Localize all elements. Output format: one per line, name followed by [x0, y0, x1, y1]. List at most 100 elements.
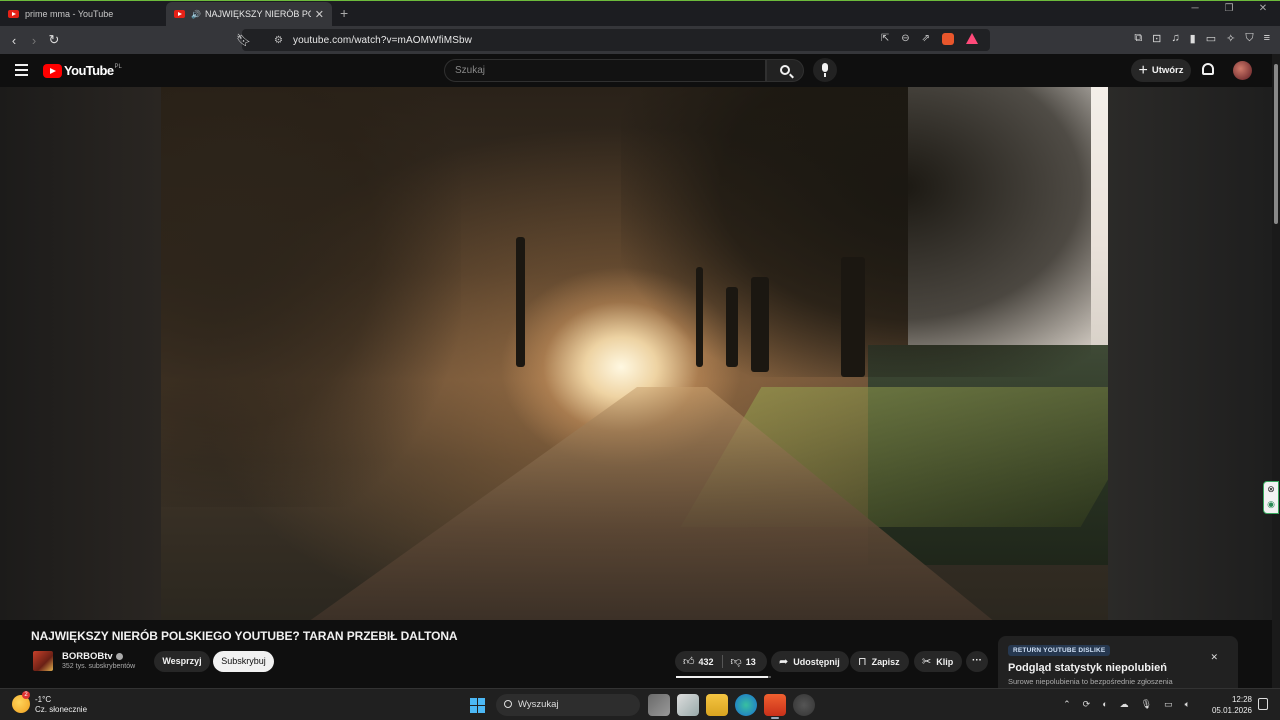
store-icon[interactable]: [677, 694, 699, 716]
browser-menu-icon[interactable]: ≡: [1264, 32, 1270, 45]
search-icon: [780, 65, 790, 75]
save-label: Zapisz: [871, 656, 900, 667]
url-text[interactable]: youtube.com/watch?v=mAOMWfiMSbw: [293, 35, 472, 46]
tab-close-icon[interactable]: ✕: [315, 8, 324, 21]
scrollbar-thumb[interactable]: [1274, 64, 1278, 224]
forward-button[interactable]: ›: [24, 33, 44, 48]
sidebar-icon[interactable]: ▮: [1190, 32, 1196, 45]
tab-current-video[interactable]: 🔊 NAJWIĘKSZY NIERÓB POLSKIEGO YOUTUBE? T…: [166, 2, 332, 26]
page-scrollbar[interactable]: [1272, 54, 1280, 688]
system-tray: ⌃ ⟳ ◐ ☁︎ 🎙︎ ▭ 🔈︎: [1063, 699, 1190, 710]
share-button[interactable]: ➦ Udostępnij: [771, 651, 849, 672]
ryd-close-icon[interactable]: ✕: [1210, 652, 1218, 663]
search-input[interactable]: Szukaj: [444, 59, 766, 82]
brave-rewards-icon[interactable]: [966, 33, 978, 44]
sync-icon[interactable]: ⟳: [1083, 699, 1091, 710]
reload-button[interactable]: ↻: [44, 32, 64, 48]
weather-badge: 2: [22, 691, 30, 699]
like-ratio-bar: [676, 676, 771, 678]
clock[interactable]: 12:28 05.01.2026: [1208, 694, 1252, 716]
verified-icon: [115, 653, 123, 660]
notifications-icon[interactable]: [1258, 698, 1268, 710]
tray-app-icon[interactable]: ◐: [1102, 699, 1107, 710]
open-in-app-icon[interactable]: ⇱: [881, 33, 889, 45]
taskbar-search[interactable]: Wyszukaj: [496, 694, 640, 716]
thumbs-up-icon: 👍︎: [683, 656, 695, 668]
join-button[interactable]: Wesprzyj: [154, 651, 210, 672]
widget-icon[interactable]: ◉: [1264, 497, 1278, 512]
edge-icon[interactable]: [735, 694, 757, 716]
video-player-area: [0, 87, 1272, 620]
taskbar-apps: [648, 694, 815, 719]
youtube-favicon-icon: [174, 10, 185, 18]
weather-widget[interactable]: 2 -1°C Cz. słonecznie: [12, 691, 88, 715]
new-tab-button[interactable]: +: [340, 2, 348, 26]
clip-button[interactable]: ✂ Klip: [914, 651, 963, 672]
ryd-subtext: Surowe niepolubienia to bezpośrednie zgł…: [1008, 677, 1173, 686]
microphone-icon[interactable]: 🎙︎: [1141, 699, 1152, 710]
extensions-area: ⧉ ⊡ ♫ ▮ ▭ ✧ ⛉ ≡: [1134, 32, 1270, 45]
avatar[interactable]: [1233, 61, 1252, 80]
video-title: NAJWIĘKSZY NIERÓB POLSKIEGO YOUTUBE? TAR…: [31, 629, 458, 643]
save-button[interactable]: ⊓ Zapisz: [850, 651, 909, 672]
close-icon[interactable]: ⊗: [1264, 482, 1278, 497]
hamburger-menu-icon[interactable]: [15, 64, 28, 79]
tab-label: prime mma - YouTube: [25, 9, 114, 19]
create-button[interactable]: + Utwórz: [1131, 59, 1191, 82]
brave-shields-icon[interactable]: [942, 33, 954, 45]
maximize-button[interactable]: ❐: [1212, 3, 1246, 14]
leo-ai-icon[interactable]: ✧: [1226, 32, 1235, 45]
tab-prime-mma[interactable]: prime mma - YouTube: [0, 2, 166, 26]
wallet-icon[interactable]: ▭: [1206, 32, 1216, 45]
app-icon[interactable]: [793, 694, 815, 716]
country-code: PL: [114, 63, 122, 70]
youtube-logo[interactable]: YouTube PL: [43, 63, 122, 78]
video-player[interactable]: [161, 87, 1108, 620]
voice-search-button[interactable]: [813, 58, 837, 82]
zoom-icon[interactable]: ⊖: [901, 33, 909, 45]
minimize-button[interactable]: ─: [1178, 3, 1212, 14]
tab-label: NAJWIĘKSZY NIERÓB POLSKIEGO YOUTUBE? TAR…: [204, 9, 311, 19]
media-icon[interactable]: ♫: [1171, 32, 1179, 45]
youtube-masthead: YouTube PL Szukaj + Utwórz: [0, 54, 1280, 87]
volume-icon[interactable]: 🔈︎: [1185, 699, 1190, 710]
like-dislike-group: 👍︎ 432 👎︎ 13: [675, 651, 767, 672]
dislike-button[interactable]: 👎︎ 13: [723, 655, 756, 668]
youtube-wordmark: YouTube: [64, 63, 114, 78]
subscribe-button[interactable]: Subskrybuj: [213, 651, 274, 672]
side-widget[interactable]: ⊗ ◉: [1263, 481, 1279, 514]
file-explorer-icon[interactable]: [706, 694, 728, 716]
cloud-icon[interactable]: ☁︎: [1120, 699, 1129, 710]
task-view-icon[interactable]: [648, 694, 670, 716]
channel-name-text: BORBOBtv: [62, 651, 113, 662]
bookmark-icon[interactable]: 🔖︎: [236, 33, 251, 47]
address-bar[interactable]: 🔖︎ ⚙︎ youtube.com/watch?v=mAOMWfiMSbw ⇱ …: [236, 29, 990, 51]
search-icon: [504, 700, 512, 708]
weather-condition: Cz. słonecznie: [35, 705, 88, 714]
back-button[interactable]: ‹: [4, 33, 24, 48]
close-window-button[interactable]: ✕: [1246, 3, 1280, 14]
notifications-bell-icon[interactable]: [1202, 63, 1214, 75]
like-button[interactable]: 👍︎ 432: [675, 655, 714, 668]
ryd-popup: RETURN YOUTUBE DISLIKE ✕ Podgląd statyst…: [998, 636, 1238, 688]
more-actions-button[interactable]: ···: [966, 651, 988, 672]
time: 12:28: [1231, 695, 1252, 704]
ambient-glow-left: [0, 87, 161, 620]
site-info-icon[interactable]: ⚙︎: [274, 35, 283, 46]
clip-label: Klip: [936, 656, 954, 667]
temperature: -1°C: [35, 695, 52, 704]
date: 05.01.2026: [1211, 706, 1252, 715]
start-button[interactable]: [470, 698, 485, 713]
channel-avatar[interactable]: [33, 651, 53, 671]
vpn-icon[interactable]: ⛉: [1245, 32, 1253, 45]
extension-icon[interactable]: ⊡: [1152, 32, 1161, 45]
extension-icon[interactable]: ⧉: [1134, 32, 1142, 45]
share-icon[interactable]: ⇗: [922, 33, 930, 45]
chevron-up-icon[interactable]: ⌃: [1063, 699, 1071, 710]
brave-browser-icon[interactable]: [764, 694, 786, 719]
network-icon[interactable]: ▭: [1164, 699, 1173, 710]
plus-icon: +: [1138, 61, 1148, 79]
search-button[interactable]: [766, 59, 804, 82]
speaker-icon[interactable]: 🔊: [191, 10, 201, 19]
channel-name[interactable]: BORBOBtv: [62, 651, 123, 662]
